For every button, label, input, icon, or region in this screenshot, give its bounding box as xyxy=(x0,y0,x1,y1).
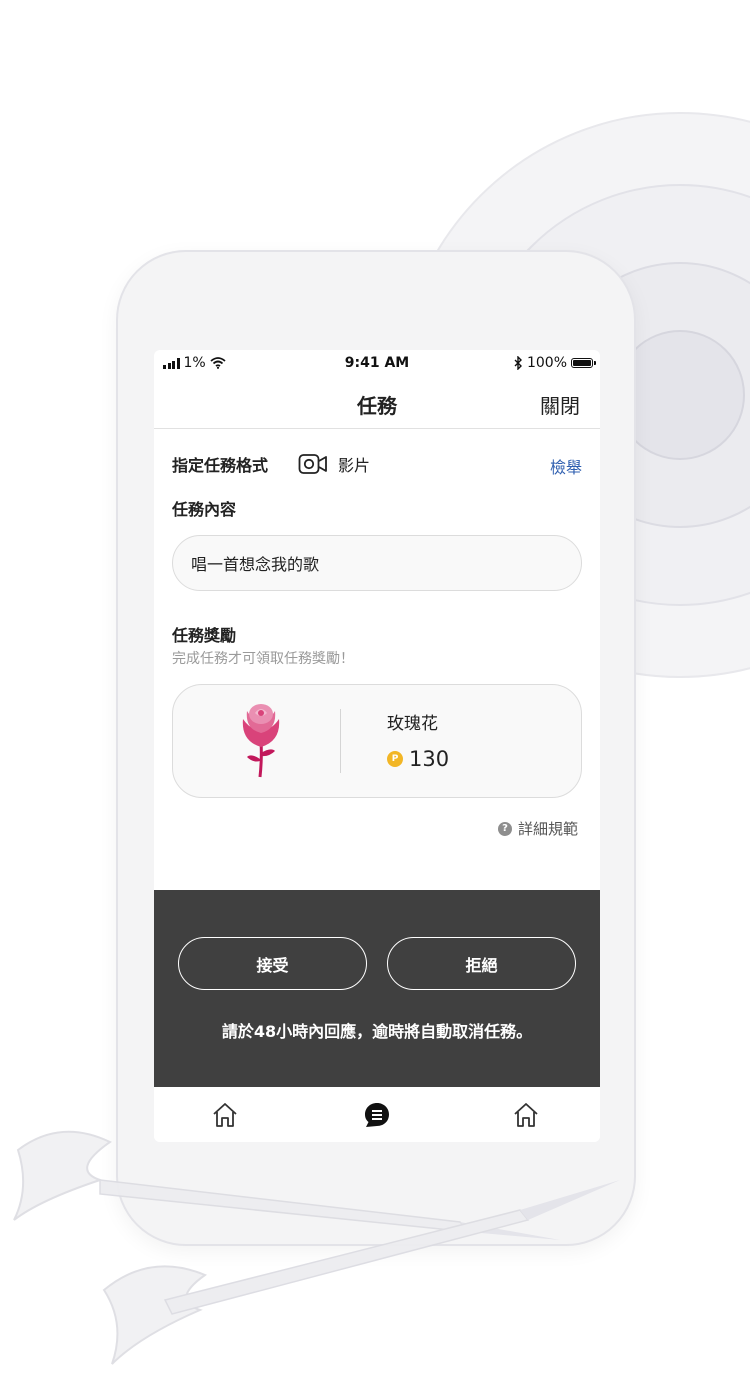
darts-illustration xyxy=(13,1130,620,1365)
